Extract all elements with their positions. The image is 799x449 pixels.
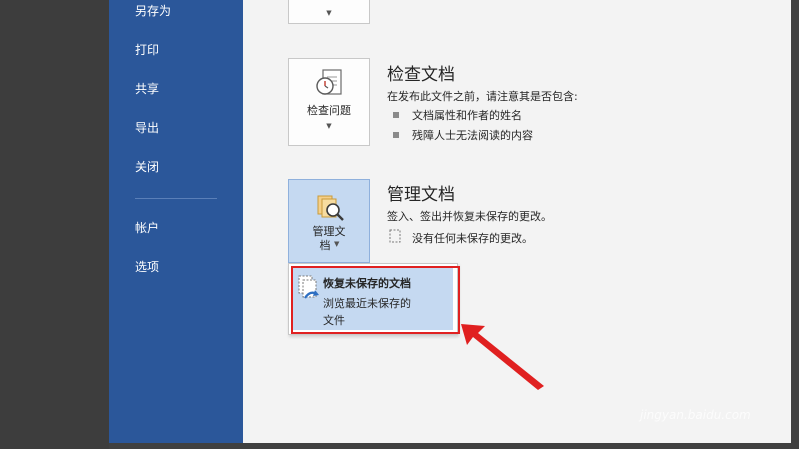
annotation-highlight-box	[291, 266, 460, 334]
chevron-down-icon: ▼	[326, 9, 332, 17]
inspect-issues-label: 检查问题	[307, 104, 351, 117]
sidebar-divider	[135, 198, 217, 199]
manage-document-label-line2: 档	[319, 239, 331, 252]
backstage-sidebar: 另存为 打印 共享 导出 关闭 帐户 选项	[109, 0, 243, 443]
bullet-icon	[393, 112, 399, 118]
inspect-bullet-1: 文档属性和作者的姓名	[412, 109, 522, 122]
inspect-bullet-2: 残障人士无法阅读的内容	[412, 129, 533, 142]
sidebar-item-export[interactable]: 导出	[135, 121, 159, 135]
inspect-document-title: 检查文档	[387, 65, 455, 85]
sidebar-item-account[interactable]: 帐户	[135, 221, 159, 235]
manage-document-title: 管理文档	[387, 185, 455, 205]
chevron-down-icon: ▼	[326, 122, 332, 130]
inspect-document-icon	[316, 69, 342, 95]
manage-document-status: 没有任何未保存的更改。	[412, 232, 533, 245]
window-background-left	[0, 0, 109, 449]
annotation-arrow	[461, 324, 544, 390]
window-background-bottom	[109, 443, 799, 449]
sidebar-item-options[interactable]: 选项	[135, 260, 159, 274]
sidebar-item-close[interactable]: 关闭	[135, 160, 159, 174]
inspect-document-description: 在发布此文件之前，请注意其是否包含:	[387, 90, 578, 103]
manage-document-button[interactable]: 管理文 档 ▼	[288, 179, 370, 263]
chevron-down-icon: ▼	[334, 240, 340, 248]
manage-document-label-line1: 管理文	[312, 225, 346, 238]
manage-document-icon	[317, 195, 344, 221]
sidebar-item-save-as[interactable]: 另存为	[135, 4, 171, 18]
partial-top-button[interactable]: ▼	[288, 0, 370, 24]
inspect-issues-button[interactable]: 检查问题 ▼	[288, 58, 370, 146]
bullet-icon	[393, 132, 399, 138]
document-dotted-icon	[389, 229, 401, 243]
watermark-text: jingyan.baidu.com	[640, 408, 751, 422]
sidebar-item-print[interactable]: 打印	[135, 43, 159, 57]
window-background-right	[791, 0, 799, 449]
manage-document-description: 签入、签出并恢复未保存的更改。	[387, 210, 552, 223]
sidebar-item-share[interactable]: 共享	[135, 82, 159, 96]
